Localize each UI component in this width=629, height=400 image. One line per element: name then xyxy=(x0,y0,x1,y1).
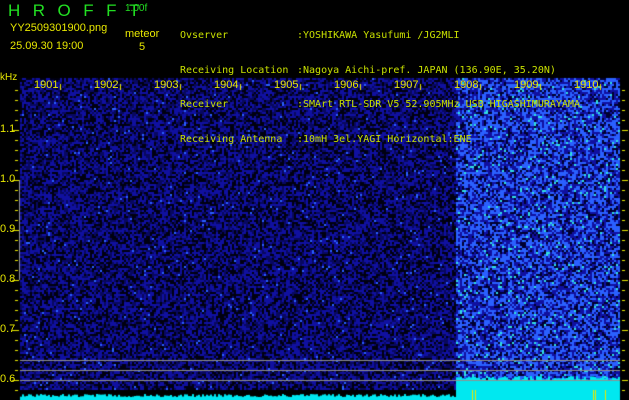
info-row: Receiving Location :Nagoya Aichi-pref. JA… xyxy=(180,65,580,77)
x-tick-label: 1910 xyxy=(574,79,599,91)
info-row: Receiving Antenna :10mH 3el.YAGI Horizont… xyxy=(180,134,580,146)
filename-label: YY2509301900.png xyxy=(10,22,108,34)
info-value: :SMArt RTL-SDR V5 52.905MHz USB HIGASHIM… xyxy=(297,99,580,110)
y-tick-label: 1.0 xyxy=(0,173,16,185)
info-label: Receiving Antenna xyxy=(180,133,283,145)
info-label: Receiver xyxy=(180,99,229,110)
datetime-label: 25.09.30 19:00 xyxy=(10,40,84,52)
x-tick-label: 1906 xyxy=(334,79,359,91)
info-label: Receiving Location xyxy=(180,64,289,76)
y-tick-label: 0.8 xyxy=(0,273,16,285)
y-tick-label: 0.7 xyxy=(0,323,16,335)
x-tick-label: 1905 xyxy=(274,79,299,91)
x-tick-label: 1909 xyxy=(514,79,539,91)
info-value: :10mH 3el.YAGI Horizontal:ENE xyxy=(297,133,472,145)
x-tick-label: 1902 xyxy=(94,79,119,91)
x-tick-label: 1901 xyxy=(34,79,59,91)
y-tick-label: 0.9 xyxy=(0,223,16,235)
info-label: Ovserver xyxy=(180,30,229,41)
x-tick-label: 1904 xyxy=(214,79,239,91)
y-tick-label: 1.1 xyxy=(0,123,16,135)
info-value: :YOSHIKAWA Yasufumi /JG2MLI xyxy=(297,30,460,41)
version-label: 1.00f xyxy=(125,3,148,14)
y-tick-label: 0.6 xyxy=(0,373,16,385)
x-tick-label: 1908 xyxy=(454,79,479,91)
y-axis-unit: kHz xyxy=(0,72,18,83)
x-tick-label: 1907 xyxy=(394,79,419,91)
info-row: Receiver :SMArt RTL-SDR V5 52.905MHz USB … xyxy=(180,99,580,111)
meteor-count: 5 xyxy=(139,41,146,53)
info-row: Ovserver :YOSHIKAWA Yasufumi /JG2MLI xyxy=(180,30,580,42)
x-tick-label: 1903 xyxy=(154,79,179,91)
meteor-label: meteor xyxy=(125,28,160,40)
info-value: :Nagoya Aichi-pref. JAPAN (136.90E, 35.2… xyxy=(297,64,556,76)
